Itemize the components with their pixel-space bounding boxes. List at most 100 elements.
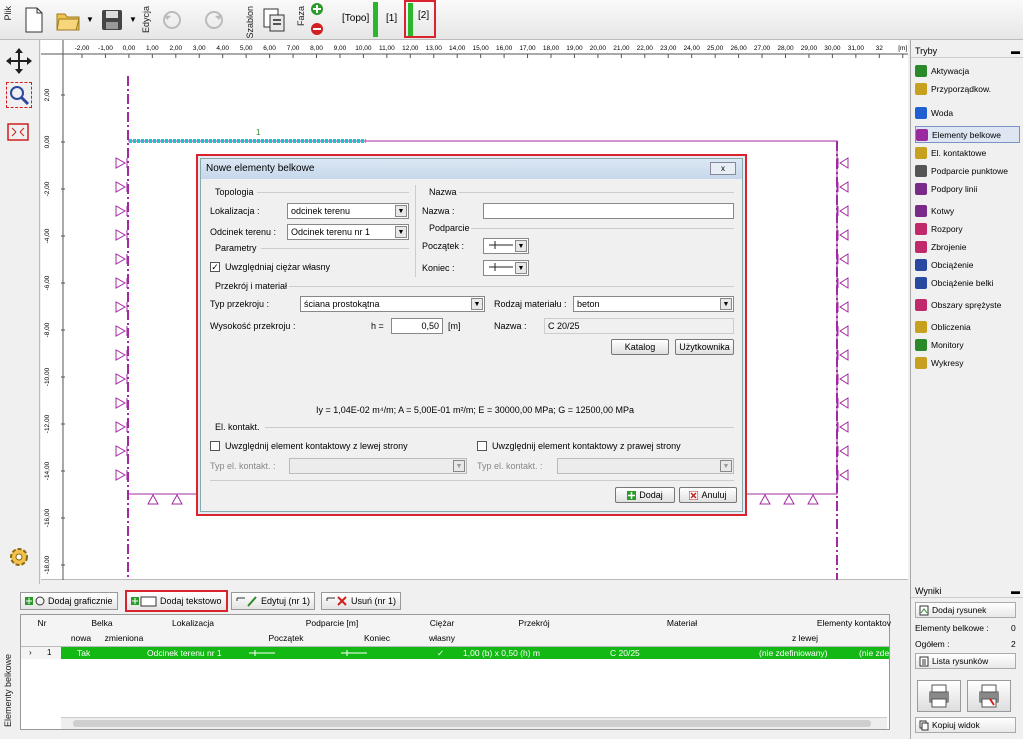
right-panel: Tryby ▬ Aktywacja Przyporządkow. Woda Eleme… [910, 40, 1023, 739]
undo-button[interactable] [156, 4, 188, 36]
user-material-button[interactable]: Użytkownika [675, 339, 734, 355]
close-icon[interactable]: x [710, 162, 736, 175]
template-button[interactable] [258, 4, 290, 36]
open-dropdown-icon[interactable]: ▼ [86, 15, 94, 24]
add-phase-button[interactable] [310, 2, 324, 16]
end-support-select[interactable]: ▼ [483, 260, 529, 276]
location-label: Lokalizacja : [210, 206, 260, 216]
edit-menu-label[interactable]: Edycja [141, 6, 151, 33]
pan-tool[interactable] [6, 48, 32, 74]
copy-view-button[interactable]: Kopiuj widok [915, 717, 1016, 733]
beam-icon [916, 128, 928, 141]
contact-left-checkbox[interactable] [210, 441, 220, 451]
x-tick-label: 22,00 [637, 45, 654, 52]
segment-dropdown-icon[interactable]: ▼ [395, 226, 407, 238]
self-weight-checkbox[interactable]: ✓ [210, 262, 220, 272]
add-graphic-button[interactable]: Dodaj graficznie [20, 592, 118, 610]
mode-item-activation[interactable]: Aktywacja [915, 62, 1020, 79]
phase-2-selected[interactable]: [2] [404, 0, 436, 38]
column-divider [415, 185, 416, 277]
location-dropdown-icon[interactable]: ▼ [395, 205, 407, 217]
phase-topo[interactable]: [Topo] [338, 8, 373, 30]
mode-item-monitor[interactable]: Monitory [915, 336, 1020, 353]
add-text-button[interactable]: Dodaj tekstowo [125, 590, 228, 612]
edit-button[interactable]: Edytuj (nr 1) [231, 592, 316, 610]
right-support-mark [839, 205, 849, 217]
scrollbar-thumb[interactable] [73, 720, 871, 727]
end-support-dropdown-icon[interactable]: ▼ [515, 262, 527, 274]
water-icon [915, 106, 927, 119]
cell-new: Tak [77, 648, 91, 658]
mode-item-elastic[interactable]: Obszary sprężyste [915, 296, 1020, 313]
col-contacts-left: z lewej [792, 633, 818, 643]
catalog-button[interactable]: Katalog [611, 339, 669, 355]
minus-icon [311, 23, 323, 35]
y-tick-label: -6,00 [44, 275, 51, 290]
add-button[interactable]: Dodaj [615, 487, 675, 503]
mode-item-water[interactable]: Woda [915, 104, 1020, 121]
add-text-label: Dodaj tekstowo [160, 596, 222, 606]
cell-section: 1,00 (b) x 0,50 (h) m [463, 648, 541, 658]
mode-item-point-support[interactable]: Podparcie punktowe [915, 162, 1020, 179]
mode-item-reinforcement[interactable]: Zbrojenie [915, 238, 1020, 255]
support-header: Podparcie [429, 223, 470, 233]
location-value: odcinek terenu [291, 206, 351, 216]
mode-item-line-support[interactable]: Podpory linii [915, 180, 1020, 197]
file-menu-label[interactable]: Plik [3, 6, 13, 21]
x-tick-label: 2,00 [169, 45, 182, 52]
zoom-tool[interactable] [6, 82, 32, 108]
x-tick-label: 13,00 [426, 45, 443, 52]
section-type-select[interactable]: ściana prostokątna ▼ [300, 296, 485, 312]
redo-button[interactable] [198, 4, 230, 36]
save-button[interactable] [96, 4, 128, 36]
mode-item-beam[interactable]: Elementy belkowe [915, 126, 1020, 143]
name-input[interactable] [483, 203, 734, 219]
beam-elements-table[interactable]: Nr Belka nowa zmieniona Lokalizacja Podp… [20, 614, 891, 730]
start-support-select[interactable]: ▼ [483, 238, 529, 254]
bottom-support-mark [783, 493, 795, 505]
mode-item-anchor[interactable]: Kotwy [915, 202, 1020, 219]
material-type-dropdown-icon[interactable]: ▼ [720, 298, 732, 310]
dialog-title: Nowe elementy belkowe [206, 163, 315, 174]
add-drawing-icon [919, 605, 929, 615]
mode-item-strut[interactable]: Rozpory [915, 220, 1020, 237]
contact-right-checkbox[interactable] [477, 441, 487, 451]
height-input[interactable]: 0,50 [391, 318, 443, 334]
material-type-select[interactable]: beton ▼ [573, 296, 734, 312]
section-type-dropdown-icon[interactable]: ▼ [471, 298, 483, 310]
drawing-list-label: Lista rysunków [932, 656, 989, 666]
mode-item-label: Zbrojenie [931, 241, 967, 252]
drawing-list-button[interactable]: Lista rysunków [915, 653, 1016, 669]
segment-select[interactable]: Odcinek terenu nr 1 ▼ [287, 224, 409, 240]
mode-item-load[interactable]: Obciążenie [915, 256, 1020, 273]
x-tick-label: 26,00 [730, 45, 747, 52]
print-button[interactable] [917, 680, 961, 712]
x-tick-label: 4,00 [216, 45, 229, 52]
settings-button[interactable] [6, 544, 32, 570]
zoom-extents-tool[interactable] [6, 122, 32, 144]
save-dropdown-icon[interactable]: ▼ [129, 15, 137, 24]
open-file-button[interactable] [52, 4, 84, 36]
phase-1[interactable]: [1] [382, 8, 401, 30]
template-menu-label[interactable]: Szablon [245, 6, 255, 39]
y-tick-label: 2,00 [44, 88, 51, 101]
start-support-dropdown-icon[interactable]: ▼ [515, 240, 527, 252]
remove-phase-button[interactable] [310, 22, 324, 36]
print-preview-button[interactable] [967, 680, 1011, 712]
location-select[interactable]: odcinek terenu ▼ [287, 203, 409, 219]
x-tick-label: 0,00 [123, 45, 136, 52]
right-support-mark [839, 373, 849, 385]
mode-item-contact[interactable]: El. kontaktowe [915, 144, 1020, 161]
mode-item-chart[interactable]: Wykresy [915, 354, 1020, 371]
horizontal-scrollbar[interactable] [61, 717, 887, 729]
cancel-button[interactable]: Anuluj [679, 487, 737, 503]
mode-item-assign[interactable]: Przyporządkow. [915, 80, 1020, 97]
beam-number-label: 1 [256, 128, 261, 137]
contact-type-right-dropdown-icon: ▼ [720, 460, 732, 472]
mode-item-calculation[interactable]: Obliczenia [915, 318, 1020, 335]
new-file-button[interactable] [18, 4, 50, 36]
cell-weight: ✓ [437, 648, 445, 658]
mode-item-beam-load[interactable]: Obciążenie belki [915, 274, 1020, 291]
delete-button[interactable]: Usuń (nr 1) [321, 592, 402, 610]
add-drawing-button[interactable]: Dodaj rysunek [915, 602, 1016, 618]
